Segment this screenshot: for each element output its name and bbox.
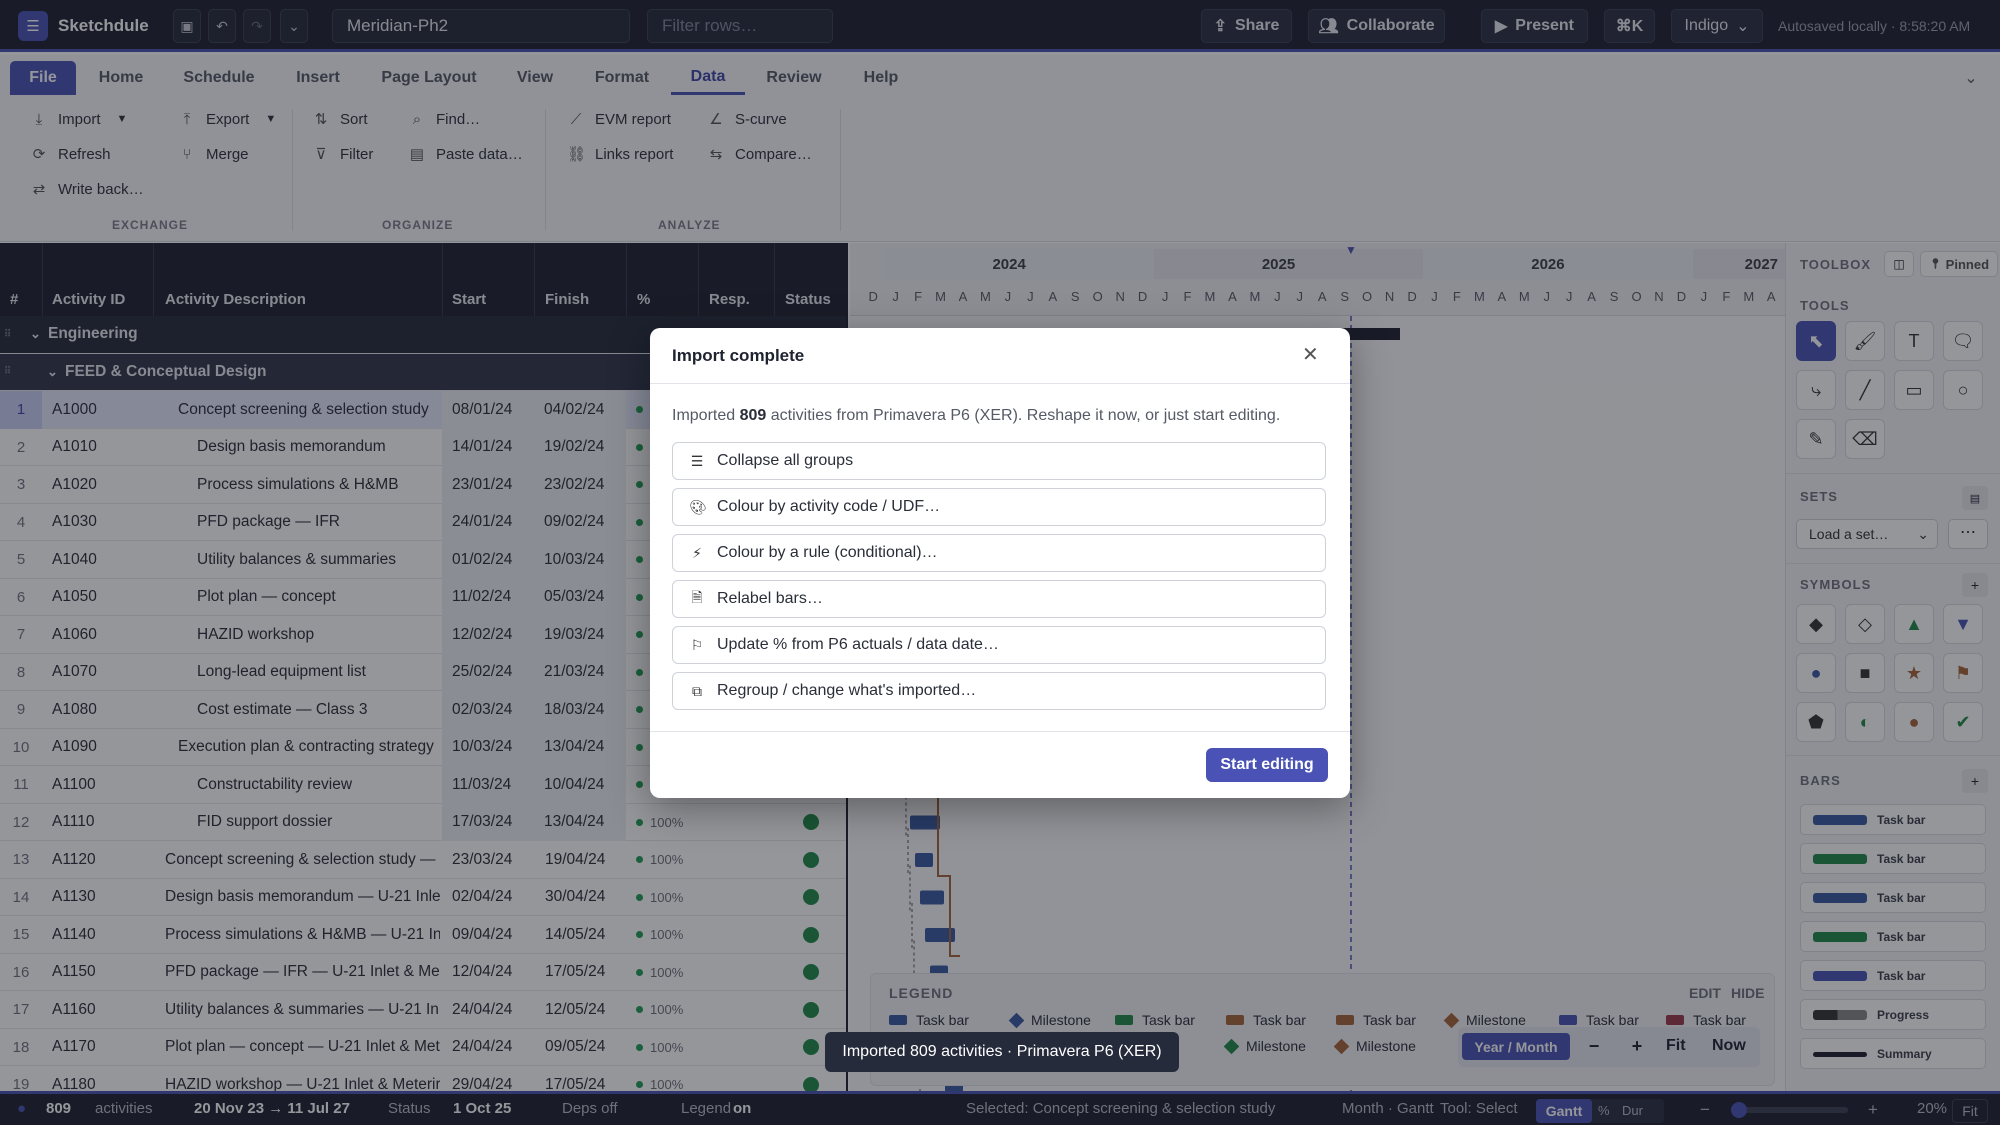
import-toast: Imported 809 activities · Primavera P6 (… bbox=[825, 1032, 1179, 1072]
dialog-header: Import complete ✕ bbox=[650, 328, 1350, 384]
collapse-groups-option[interactable]: ☰ Collapse all groups bbox=[672, 442, 1326, 480]
update-percent-option[interactable]: ⚐ Update % from P6 actuals / data date… bbox=[672, 626, 1326, 664]
lightning-icon: ⚡︎ bbox=[692, 544, 702, 561]
regroup-option[interactable]: ⧉ Regroup / change what's imported… bbox=[672, 672, 1326, 710]
list-icon: ☰ bbox=[690, 452, 704, 469]
palette-icon: 🎨︎ bbox=[689, 498, 707, 515]
dialog-message: Imported 809 activities from Primavera P… bbox=[672, 407, 1281, 424]
document-icon: 🗎 bbox=[691, 589, 703, 605]
start-editing-button[interactable]: Start editing bbox=[1206, 748, 1328, 782]
dialog-footer-divider bbox=[650, 731, 1350, 732]
import-complete-dialog: Import complete ✕ Imported 809 activitie… bbox=[650, 328, 1350, 798]
colour-by-code-option[interactable]: 🎨︎ Colour by activity code / UDF… bbox=[672, 488, 1326, 526]
colour-by-rule-option[interactable]: ⚡︎ Colour by a rule (conditional)… bbox=[672, 534, 1326, 572]
close-icon[interactable]: ✕ bbox=[1302, 342, 1319, 367]
copy-icon: ⧉ bbox=[692, 682, 702, 699]
dialog-title: Import complete bbox=[672, 346, 805, 365]
relabel-bars-option[interactable]: 🗎 Relabel bars… bbox=[672, 580, 1326, 618]
flag-icon: ⚐ bbox=[690, 636, 704, 653]
